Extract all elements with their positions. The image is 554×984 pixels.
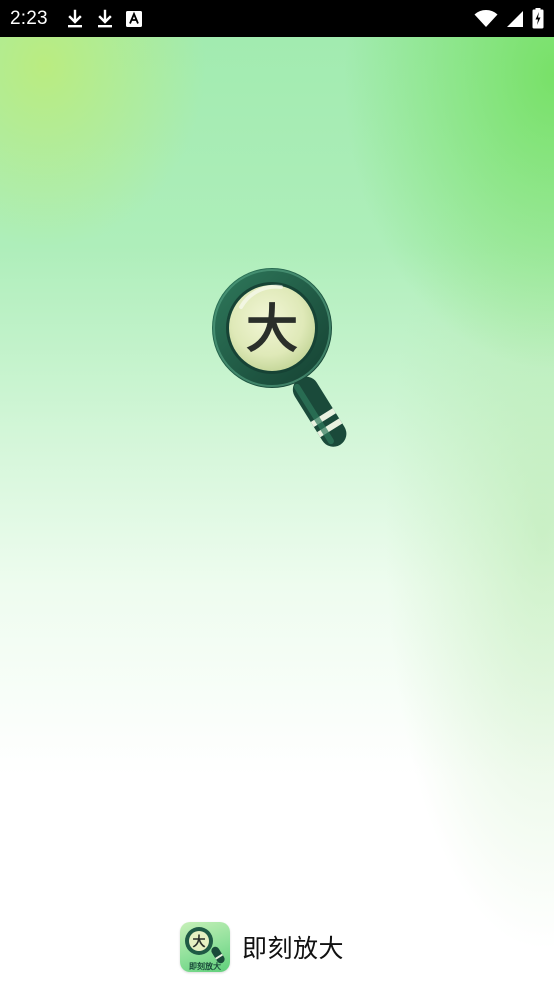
system-icons: [474, 0, 544, 37]
notification-icons: [66, 9, 142, 29]
battery-icon: [532, 8, 544, 29]
app-icon: 大 即刻放大: [179, 922, 230, 972]
app-icon-caption: 即刻放大: [189, 961, 221, 971]
splash-screen: 大 大 即刻放大 即刻放大: [0, 37, 554, 984]
download-icon: [67, 9, 82, 27]
app-icon-glyph: 大: [192, 934, 205, 950]
app-branding: 大 即刻放大 即刻放大: [0, 922, 554, 972]
app-name: 即刻放大: [241, 934, 344, 963]
download-icon: [97, 9, 112, 27]
wifi-icon: [474, 9, 498, 27]
magnifier-icon: 大: [212, 268, 347, 447]
status-bar: 2:23: [0, 0, 554, 37]
logo-glyph: 大: [246, 300, 298, 360]
keyboard-a-icon: [125, 10, 142, 27]
cell-signal-icon: [507, 10, 523, 27]
magnifier-icon: 大 即刻放大: [184, 927, 225, 971]
status-time: 2:23: [10, 7, 48, 29]
